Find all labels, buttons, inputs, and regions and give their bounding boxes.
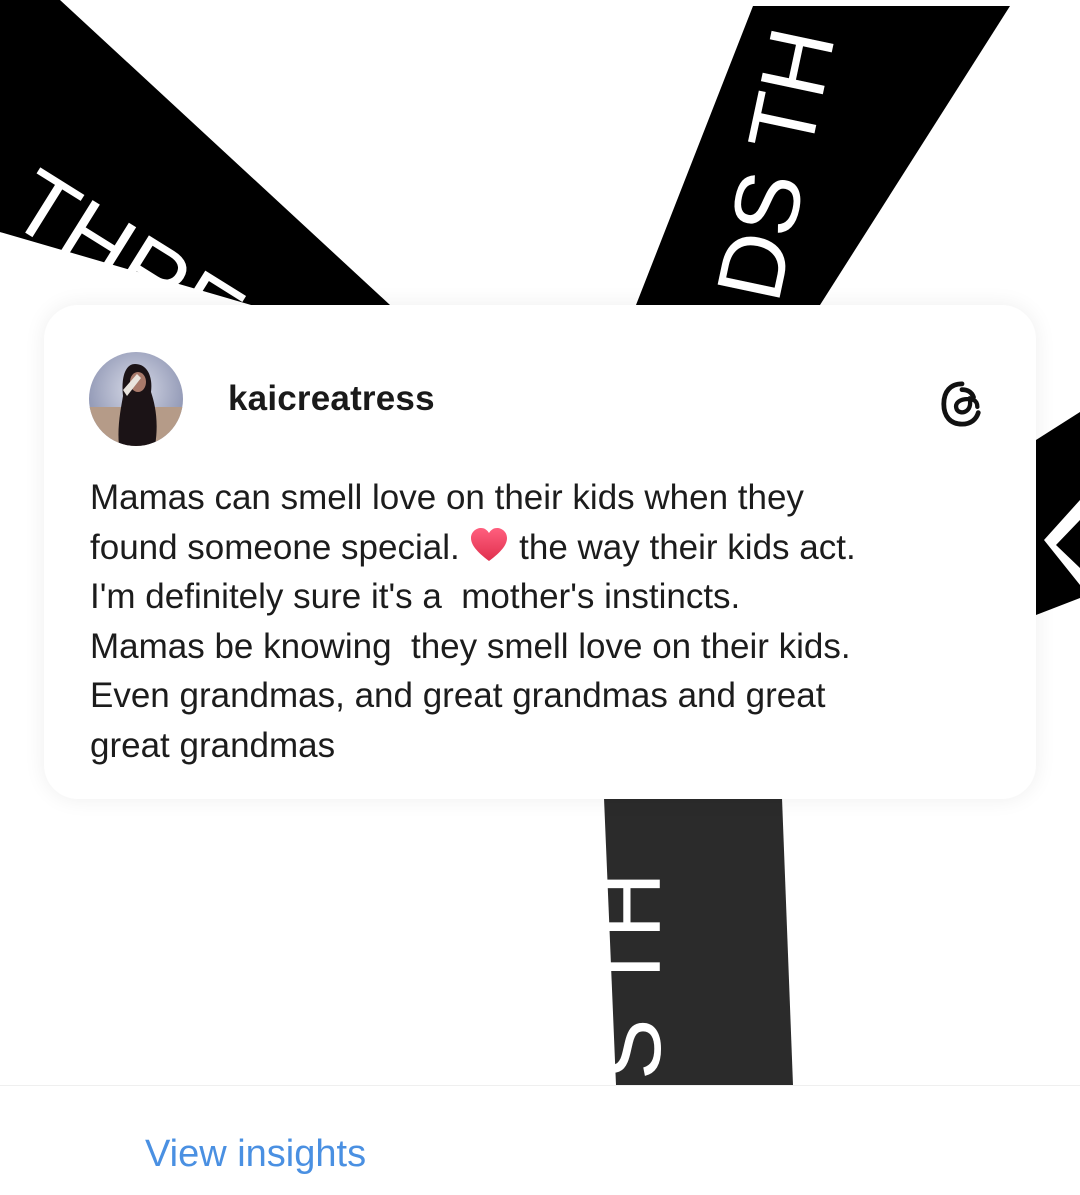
post-text-line-4: Mamas be knowing they smell love on thei… xyxy=(90,626,851,666)
post-text-line-1: Mamas can smell love on their kids when … xyxy=(90,478,804,517)
heart-emoji-icon xyxy=(471,527,508,561)
threads-logo-icon[interactable] xyxy=(939,380,985,428)
post-text: Mamas can smell love on their kids when … xyxy=(90,473,1010,770)
post-text-line-2a: found someone special. xyxy=(90,527,470,567)
avatar[interactable] xyxy=(89,352,183,446)
band-text-bottom: S TH xyxy=(578,872,680,1080)
footer-divider xyxy=(0,1085,1080,1086)
threads-post-card[interactable]: kaicreatress Mamas can smell love on the… xyxy=(44,305,1036,799)
story-canvas: THRE DS TH S TH kaicreatress Mamas can s… xyxy=(0,0,1080,1085)
post-text-line-5: Even grandmas, and great grandmas and gr… xyxy=(90,676,826,715)
post-text-line-3: I'm definitely sure it's a mother's inst… xyxy=(90,577,741,616)
view-insights-link[interactable]: View insights xyxy=(145,1133,366,1176)
post-text-line-2b: the way their kids act. xyxy=(509,527,856,567)
post-text-line-6: great grandmas xyxy=(90,725,336,765)
avatar-image xyxy=(89,352,183,446)
username[interactable]: kaicreatress xyxy=(228,379,435,419)
